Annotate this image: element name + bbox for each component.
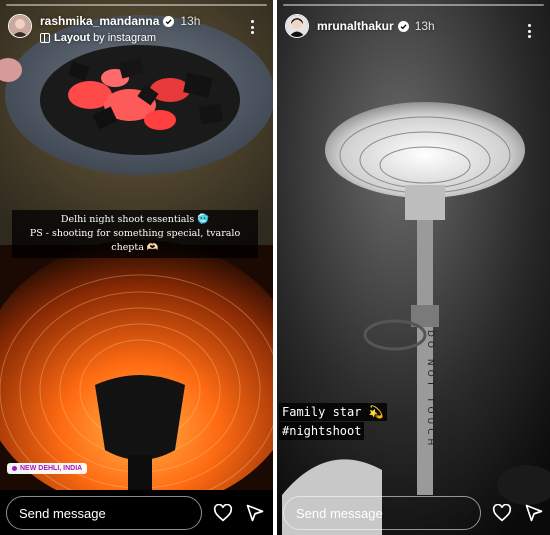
- caption-line-2: PS - shooting for something special, tva…: [29, 228, 241, 253]
- heart-icon[interactable]: [211, 501, 235, 525]
- more-options-icon[interactable]: [245, 18, 259, 36]
- heater-cone: [95, 375, 185, 460]
- story-footer: Send message: [277, 491, 550, 535]
- more-options-icon[interactable]: [522, 22, 536, 40]
- layout-icon: [40, 33, 50, 43]
- location-text: NEW DEHLI, INDIA: [20, 465, 83, 472]
- hashtag-nightshoot[interactable]: #nightshoot: [279, 422, 365, 440]
- avatar[interactable]: [285, 14, 309, 38]
- layout-source: by instagram: [93, 32, 157, 44]
- layout-label[interactable]: Layout: [54, 32, 90, 44]
- send-icon[interactable]: [522, 501, 546, 525]
- caption-line-1: Delhi night shoot essentials 🥶: [60, 214, 210, 225]
- heater-warning-text: DO NOT TOUCH: [425, 330, 435, 450]
- story-mrunal[interactable]: DO NOT TOUCH mrunalthakur 13h Send messa…: [277, 0, 550, 535]
- verified-badge-icon: [397, 21, 409, 32]
- username[interactable]: rashmika_mandanna: [40, 14, 159, 29]
- heater-head: [405, 185, 445, 220]
- story-footer: Send message: [0, 491, 273, 535]
- story-background: [277, 0, 550, 535]
- story-rashmika[interactable]: rashmika_mandanna 13h Layout by instagra…: [0, 0, 273, 535]
- story-header: mrunalthakur 13h: [285, 10, 542, 46]
- send-message-input[interactable]: Send message: [283, 496, 481, 530]
- heater-pole: [128, 455, 152, 495]
- send-message-input[interactable]: Send message: [6, 496, 202, 530]
- heater-dome: [325, 102, 525, 198]
- story-header: rashmika_mandanna 13h Layout by instagra…: [8, 10, 265, 46]
- story-text-overlay: Family star 💫 #nightshoot: [279, 403, 387, 440]
- time-ago: 13h: [414, 19, 435, 33]
- username[interactable]: mrunalthakur: [317, 19, 394, 34]
- location-sticker[interactable]: NEW DEHLI, INDIA: [7, 463, 88, 474]
- story-progress-bar: [283, 4, 544, 6]
- send-icon[interactable]: [243, 501, 267, 525]
- story-progress-bar: [6, 4, 267, 6]
- story-caption: Delhi night shoot essentials 🥶 PS - shoo…: [12, 210, 258, 258]
- verified-badge-icon: [163, 16, 175, 27]
- text-line-1: Family star 💫: [279, 403, 387, 421]
- night-sky: [277, 0, 550, 535]
- heart-icon[interactable]: [490, 501, 514, 525]
- location-pin-icon: [12, 466, 17, 471]
- time-ago: 13h: [180, 14, 201, 28]
- avatar[interactable]: [8, 14, 32, 38]
- story-background: [0, 0, 273, 535]
